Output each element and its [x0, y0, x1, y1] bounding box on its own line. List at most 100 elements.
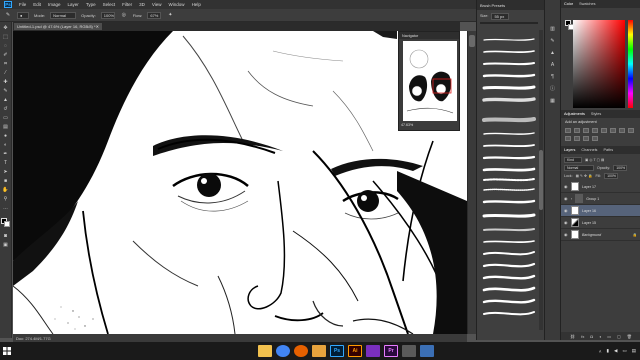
brush-settings-icon[interactable]: ✎ [549, 38, 556, 45]
layer-style-icon[interactable]: fx [581, 334, 584, 339]
pressure-opacity-icon[interactable]: ◎ [120, 12, 128, 19]
layer-row[interactable]: ◉ Layer 15 [561, 217, 640, 229]
menu-help[interactable]: Help [192, 2, 201, 7]
menu-select[interactable]: Select [103, 2, 116, 7]
photoshop-icon[interactable]: Ps [330, 345, 344, 357]
color-picker-field[interactable] [573, 20, 625, 108]
folder-icon[interactable] [312, 345, 326, 357]
mode-select[interactable]: Normal [50, 11, 77, 19]
link-layers-icon[interactable]: ⛓ [570, 334, 575, 339]
brush-picker[interactable]: ● [17, 11, 29, 19]
menu-layer[interactable]: Layer [68, 2, 79, 7]
filter-icons[interactable]: ▣ ◎ T ▢ ▤ [585, 158, 604, 162]
visibility-eye-icon[interactable]: ◉ [564, 208, 568, 213]
color-balance-icon[interactable] [619, 128, 625, 133]
invert-icon[interactable] [583, 136, 589, 141]
flow-field[interactable]: 67% [147, 11, 162, 19]
opacity-field[interactable]: 100% [100, 11, 115, 19]
layer-row-selected[interactable]: ◉ Layer 16 [561, 205, 640, 217]
crop-tool-icon[interactable]: ⌗ [2, 61, 10, 68]
photo-filter-icon[interactable] [565, 136, 571, 141]
brush-scroll-thumb[interactable] [539, 150, 543, 210]
layer-group-row[interactable]: ◉ › Group 1 [561, 193, 640, 205]
brush-list-scrollbar[interactable] [539, 30, 543, 330]
levels-icon[interactable] [574, 128, 580, 133]
brightness-contrast-icon[interactable] [565, 128, 571, 133]
navigator-thumbnail[interactable] [403, 41, 457, 121]
tab-swatches[interactable]: Swatches [579, 2, 595, 6]
vibrance-icon[interactable] [601, 128, 607, 133]
hand-tool-icon[interactable]: ✋ [2, 187, 10, 194]
tab-paths[interactable]: Paths [603, 148, 613, 152]
brush-preset-list[interactable] [480, 30, 538, 330]
brush-size-slider[interactable] [480, 22, 538, 24]
blur-tool-icon[interactable]: ● [2, 133, 10, 140]
expand-arrow-icon[interactable]: › [571, 197, 572, 201]
media-icon[interactable] [366, 345, 380, 357]
layer-fill-field[interactable]: 100% [604, 173, 619, 179]
document-tab[interactable]: Untitled-1.psd @ 47.6% (Layer 16, RGB/8)… [13, 22, 103, 31]
add-mask-icon[interactable]: ◘ [590, 334, 592, 339]
background-color-swatch[interactable] [4, 221, 10, 227]
pen-tool-icon[interactable]: ✒ [2, 151, 10, 158]
curves-icon[interactable] [583, 128, 589, 133]
battery-icon[interactable]: ▭ [622, 348, 626, 354]
properties-icon[interactable]: ▦ [549, 98, 556, 105]
file-explorer-icon[interactable] [258, 345, 272, 357]
character-icon[interactable]: A [549, 62, 556, 69]
quick-mask-icon[interactable]: ◙ [2, 233, 10, 240]
tab-styles[interactable]: Styles [591, 112, 601, 116]
firefox-icon[interactable] [294, 345, 308, 357]
illustrator-icon[interactable]: Ai [348, 345, 362, 357]
color-swatches[interactable] [1, 218, 10, 227]
more-tools-icon[interactable]: … [2, 205, 10, 212]
healing-tool-icon[interactable]: ✚ [2, 79, 10, 86]
navigator-zoom-value[interactable]: 47.63% [401, 123, 413, 127]
scrollbar-thumb[interactable] [469, 35, 475, 47]
tray-expand-icon[interactable]: ˄ [599, 349, 602, 354]
paragraph-icon[interactable]: ¶ [549, 74, 556, 81]
brush-size-field[interactable]: 55 px [491, 12, 510, 20]
clone-source-icon[interactable]: ▲ [549, 50, 556, 57]
visibility-eye-icon[interactable]: ◉ [564, 220, 568, 225]
history-brush-tool-icon[interactable]: ↺ [2, 106, 10, 113]
lock-icons[interactable]: ▦ ✎ ✥ 🔒 [576, 174, 593, 178]
app-icon[interactable] [402, 345, 416, 357]
zoom-tool-icon[interactable]: ⚲ [2, 196, 10, 203]
shape-tool-icon[interactable]: ■ [2, 178, 10, 185]
tab-adjustments[interactable]: Adjustments [564, 112, 585, 116]
type-tool-icon[interactable]: T [2, 160, 10, 167]
layer-row-background[interactable]: ◉ Background 🔒 [561, 229, 640, 241]
new-group-icon[interactable]: ▭ [607, 334, 611, 339]
move-tool-icon[interactable]: ✥ [2, 25, 10, 32]
volume-icon[interactable]: ◀ [614, 348, 617, 354]
airbrush-icon[interactable]: ✦ [166, 12, 174, 19]
chrome-icon[interactable] [276, 345, 290, 357]
start-button[interactable] [0, 342, 14, 360]
tab-layers[interactable]: Layers [564, 148, 575, 152]
clone-stamp-tool-icon[interactable]: ▲ [2, 97, 10, 104]
app2-icon[interactable] [420, 345, 434, 357]
notification-icon[interactable]: ▤ [632, 348, 636, 354]
menu-type[interactable]: Type [86, 2, 96, 7]
tab-channels[interactable]: Channels [581, 148, 597, 152]
menu-edit[interactable]: Edit [33, 2, 41, 7]
blend-mode-select[interactable]: Normal [564, 165, 594, 171]
close-tab-icon[interactable]: ✕ [96, 24, 99, 29]
visibility-eye-icon[interactable]: ◉ [564, 196, 568, 201]
channel-mixer-icon[interactable] [574, 136, 580, 141]
menu-window[interactable]: Window [169, 2, 185, 7]
info-icon[interactable]: ⓘ [549, 86, 556, 93]
visibility-eye-icon[interactable]: ◉ [564, 232, 568, 237]
visibility-eye-icon[interactable]: ◉ [564, 184, 568, 189]
premiere-icon[interactable]: Pr [384, 345, 398, 357]
history-icon[interactable]: ▥ [549, 26, 556, 33]
new-layer-icon[interactable]: ▢ [617, 334, 621, 339]
dodge-tool-icon[interactable]: ◐ [2, 142, 10, 149]
hue-slider[interactable] [628, 20, 633, 108]
delete-layer-icon[interactable]: 🗑 [627, 334, 632, 339]
hue-saturation-icon[interactable] [610, 128, 616, 133]
menu-view[interactable]: View [152, 2, 162, 7]
layer-opacity-field[interactable]: 100% [613, 165, 628, 171]
black-white-icon[interactable] [628, 128, 634, 133]
